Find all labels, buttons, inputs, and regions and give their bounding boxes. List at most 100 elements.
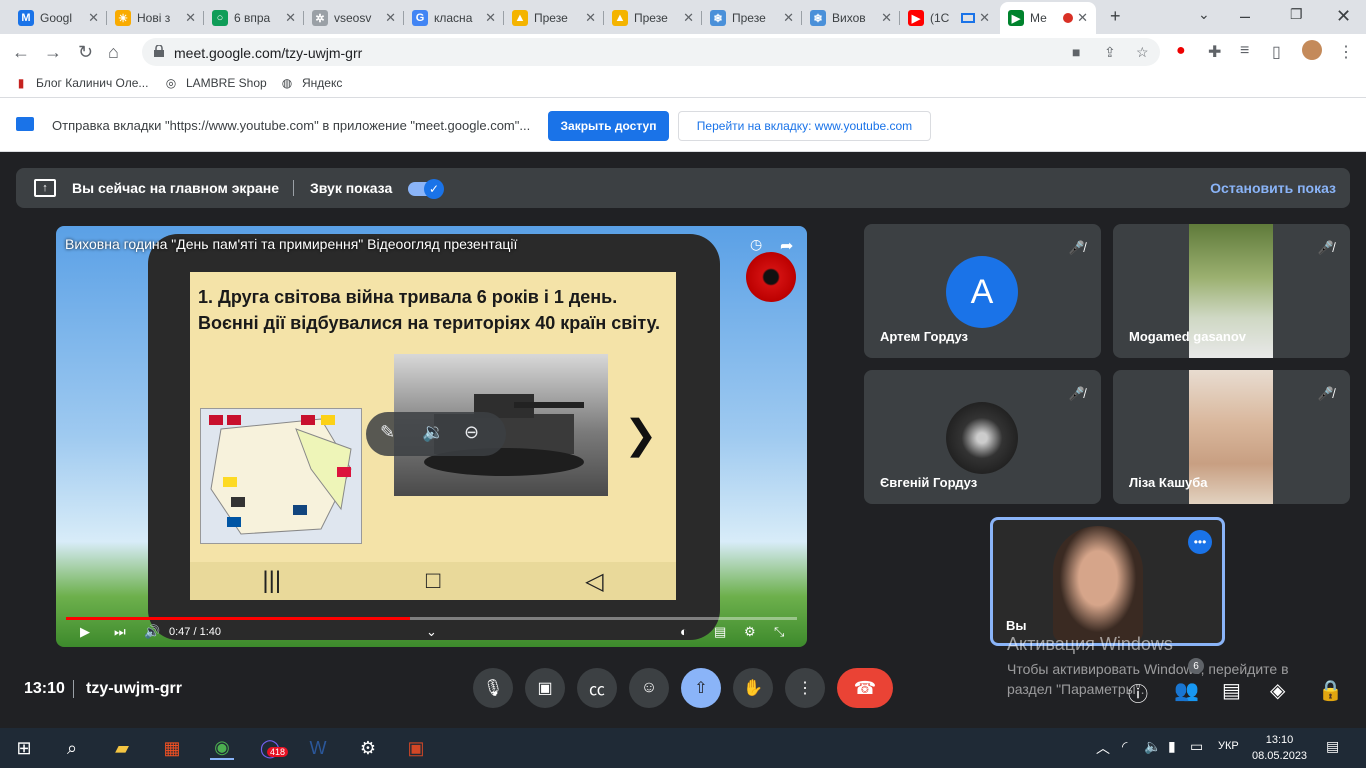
- mic-tray-icon[interactable]: ▮: [1168, 738, 1176, 755]
- browser-tab[interactable]: ▲ Презе ✕: [604, 4, 702, 32]
- volume-tray-icon[interactable]: 🔈: [1144, 738, 1161, 755]
- host-controls-icon[interactable]: 🔒: [1318, 678, 1343, 703]
- close-icon[interactable]: ✕: [385, 10, 396, 26]
- keyboard-icon[interactable]: ▭: [1190, 738, 1203, 755]
- tab-search-icon[interactable]: ⌄: [1198, 6, 1210, 23]
- raise-hand-button[interactable]: ✋: [733, 668, 773, 708]
- close-icon[interactable]: ✕: [285, 10, 296, 26]
- forward-icon[interactable]: →: [44, 42, 62, 63]
- volume-icon[interactable]: 🔉: [422, 422, 444, 443]
- restore-icon[interactable]: ❐: [1290, 6, 1303, 23]
- bookmark-item[interactable]: ◍ Яндекс: [280, 76, 343, 90]
- browser-tab[interactable]: ❄ Вихов ✕: [802, 4, 900, 32]
- chrome-icon[interactable]: ◉: [210, 736, 234, 760]
- watch-later-icon[interactable]: ◷: [750, 236, 762, 253]
- browser-tab[interactable]: ▲ Презе ✕: [504, 4, 604, 32]
- chat-icon[interactable]: ▤: [1222, 678, 1241, 703]
- reload-icon[interactable]: ↻: [78, 42, 93, 63]
- shared-video-player[interactable]: 1. Друга світова війна тривала 6 років і…: [56, 226, 807, 647]
- media-icon[interactable]: ≡: [1240, 42, 1249, 60]
- network-icon[interactable]: ◜: [1122, 738, 1127, 755]
- close-icon[interactable]: ✕: [683, 10, 694, 26]
- camera-button[interactable]: ▣: [525, 668, 565, 708]
- participant-tile[interactable]: 🎤̸ Ліза Кашуба: [1113, 370, 1350, 504]
- activities-icon[interactable]: ◈: [1270, 678, 1285, 703]
- remove-icon[interactable]: ⊖: [464, 422, 479, 443]
- browser-tab[interactable]: M Googl ✕: [10, 4, 107, 32]
- bookmark-star-icon[interactable]: ☆: [1136, 44, 1149, 61]
- close-icon[interactable]: ✕: [783, 10, 794, 26]
- muted-mic-icon: 🎤̸: [1317, 240, 1334, 255]
- close-icon[interactable]: ✕: [881, 10, 892, 26]
- extensions-icon[interactable]: ✚: [1208, 42, 1221, 62]
- browser-tab[interactable]: ❄ Презе ✕: [702, 4, 802, 32]
- minimize-icon[interactable]: –: [1240, 6, 1250, 27]
- camera-icon[interactable]: ■: [1072, 44, 1080, 60]
- windows-start-icon[interactable]: ⊞: [12, 736, 36, 760]
- powerpoint-icon[interactable]: ▣: [404, 736, 428, 760]
- next-video-icon[interactable]: ⏭: [114, 624, 126, 640]
- stop-sharing-button[interactable]: Закрыть доступ: [548, 111, 669, 141]
- settings-icon[interactable]: ⚙: [744, 624, 756, 640]
- close-icon[interactable]: ✕: [1077, 10, 1088, 26]
- exit-fullscreen-icon[interactable]: ⤡: [774, 624, 784, 640]
- present-button[interactable]: ⇧: [681, 668, 721, 708]
- bookmark-item[interactable]: ◎ LAMBRE Shop: [164, 76, 267, 90]
- store-icon[interactable]: ▦: [160, 736, 184, 760]
- close-icon[interactable]: ✕: [585, 10, 596, 26]
- home-icon[interactable]: ⌂: [108, 42, 119, 63]
- browser-tab-active[interactable]: ▶ Ме ✕: [1000, 2, 1096, 34]
- participant-tile[interactable]: A 🎤̸ Артем Гордуз: [864, 224, 1101, 358]
- menu-icon[interactable]: ⋮: [1338, 42, 1354, 62]
- browser-tab[interactable]: ○ 6 впра ✕: [204, 4, 304, 32]
- volume-icon[interactable]: 🔊: [144, 624, 160, 640]
- close-icon[interactable]: ✕: [88, 10, 99, 26]
- browser-tab[interactable]: ▶ (1С ✕: [900, 4, 998, 32]
- side-panel-icon[interactable]: ▯: [1272, 42, 1281, 62]
- share-sound-toggle[interactable]: ✓: [408, 179, 444, 199]
- taskbar-clock[interactable]: 13:10 08.05.2023: [1252, 732, 1307, 764]
- leave-call-button[interactable]: ☎: [837, 668, 893, 708]
- notifications-icon[interactable]: ▤: [1326, 738, 1339, 755]
- language-indicator[interactable]: УКР: [1218, 740, 1239, 752]
- goto-tab-button[interactable]: Перейти на вкладку: www.youtube.com: [678, 111, 931, 141]
- captions-button[interactable]: ㏄: [577, 668, 617, 708]
- file-explorer-icon[interactable]: ▰: [110, 736, 134, 760]
- autoplay-toggle[interactable]: ◐: [680, 624, 688, 639]
- info-icon[interactable]: ⓘ: [1128, 678, 1148, 707]
- meet-icon: ▶: [1008, 10, 1024, 26]
- search-icon[interactable]: ⌕: [60, 736, 84, 760]
- video-progress-bar[interactable]: [66, 617, 797, 620]
- more-options-button[interactable]: ⋮: [785, 668, 825, 708]
- window-close-icon[interactable]: ✕: [1336, 6, 1351, 27]
- people-icon[interactable]: 👥: [1174, 678, 1199, 703]
- play-icon[interactable]: ▶: [80, 624, 90, 640]
- stop-presenting-button[interactable]: Остановить показ: [1210, 180, 1336, 196]
- more-options-icon[interactable]: •••: [1188, 530, 1212, 554]
- participant-tile[interactable]: 🎤̸ Mogamed gasanov: [1113, 224, 1350, 358]
- profile-avatar[interactable]: [1302, 40, 1322, 60]
- settings-gear-icon[interactable]: ⚙: [356, 736, 380, 760]
- bookmark-item[interactable]: ▮ Блог Калинич Оле...: [14, 76, 149, 90]
- browser-tab[interactable]: Gкласна ✕: [404, 4, 504, 32]
- browser-tab[interactable]: ✲ vseosv ✕: [304, 4, 404, 32]
- back-icon[interactable]: ←: [12, 42, 30, 63]
- close-icon[interactable]: ✕: [979, 10, 990, 26]
- close-icon[interactable]: ✕: [185, 10, 196, 26]
- pin-icon[interactable]: ✎: [380, 422, 395, 443]
- tray-chevron-icon[interactable]: ︿: [1096, 738, 1110, 758]
- share-icon[interactable]: ⇪: [1104, 44, 1116, 61]
- close-icon[interactable]: ✕: [485, 10, 496, 26]
- chevron-down-icon[interactable]: ⌄: [426, 624, 437, 640]
- subtitles-icon[interactable]: ▤: [714, 624, 726, 640]
- new-tab-icon[interactable]: +: [1110, 6, 1121, 27]
- video-share-icon[interactable]: ➦: [780, 236, 793, 256]
- mic-button[interactable]: 🎙: [473, 668, 513, 708]
- browser-tab[interactable]: ☀ Нові з ✕: [107, 4, 204, 32]
- opera-extension-icon[interactable]: ●: [1176, 42, 1186, 60]
- word-icon[interactable]: W: [306, 736, 330, 760]
- self-video-tile[interactable]: Вы •••: [990, 517, 1225, 646]
- reactions-button[interactable]: ☺: [629, 668, 669, 708]
- address-bar[interactable]: meet.google.com/tzy-uwjm-grr ■ ⇪ ☆: [142, 38, 1160, 66]
- participant-tile[interactable]: 🎤̸ Євгеній Гордуз: [864, 370, 1101, 504]
